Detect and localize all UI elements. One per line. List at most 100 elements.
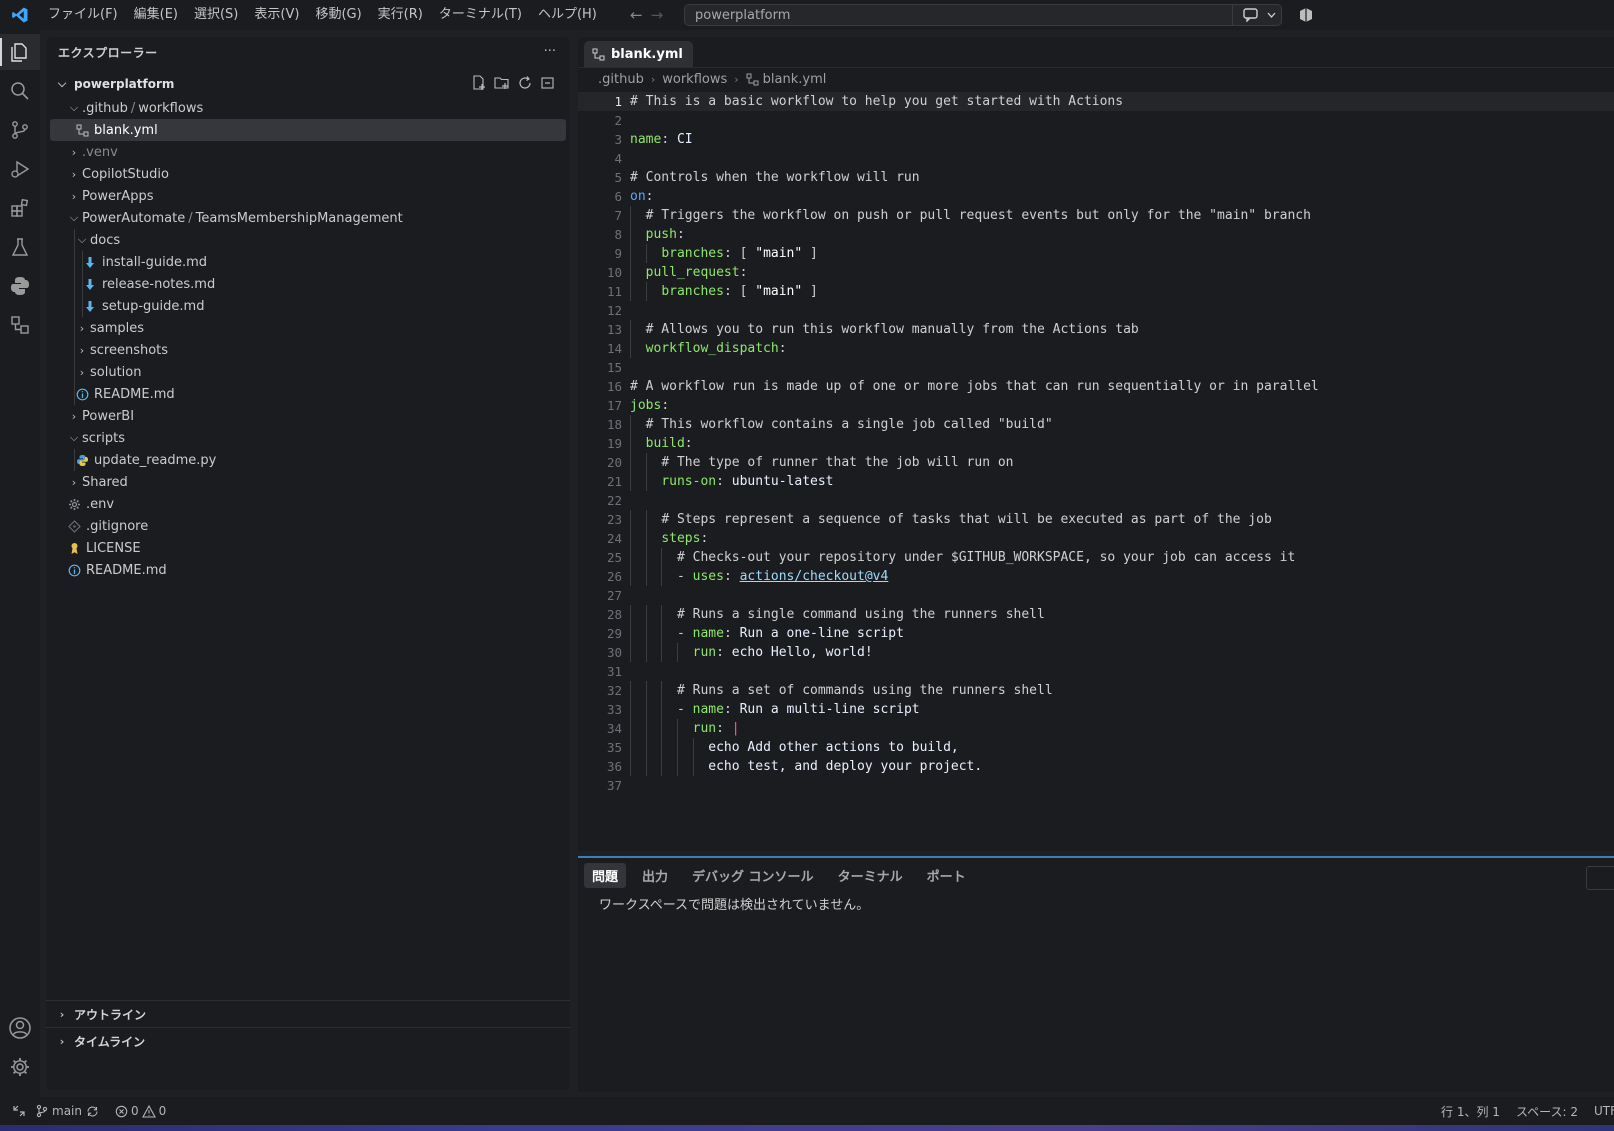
forward-arrow-icon[interactable]: →	[651, 6, 664, 24]
chevron-right-icon: ›	[71, 189, 77, 203]
menu-terminal[interactable]: ターミナル(T)	[431, 0, 530, 30]
more-actions-icon[interactable]: ···	[544, 44, 556, 59]
tree-item[interactable]: › screenshots	[46, 339, 570, 361]
menu-run[interactable]: 実行(R)	[370, 0, 431, 30]
encoding[interactable]: UTF-8	[1594, 1104, 1614, 1118]
source-control-icon[interactable]	[0, 112, 40, 148]
code-text: workflow_dispatch:	[645, 341, 787, 356]
problems-status[interactable]: 0 0	[115, 1104, 166, 1118]
tree-item[interactable]: install-guide.md	[46, 251, 570, 273]
copilot-menu[interactable]	[1232, 4, 1285, 26]
breadcrumb-workflows[interactable]: workflows	[662, 72, 727, 87]
menu-file[interactable]: ファイル(F)	[40, 0, 126, 30]
editor-group: blank.yml .github › workflows › blank.ym…	[578, 37, 1614, 851]
breadcrumb-file[interactable]: blank.yml	[763, 72, 827, 87]
line-number: 12	[606, 303, 622, 318]
extensions-icon[interactable]	[0, 190, 40, 226]
back-arrow-icon[interactable]: ←	[630, 6, 643, 24]
indent-guide	[74, 295, 75, 317]
line-number: 1	[614, 94, 622, 109]
python-icon[interactable]	[0, 268, 40, 304]
tree-item[interactable]: release-notes.md	[46, 273, 570, 295]
menu-go[interactable]: 移動(G)	[307, 0, 369, 30]
remote-indicator-icon[interactable]	[12, 1104, 26, 1118]
new-folder-icon[interactable]	[494, 75, 510, 91]
menu-edit[interactable]: 編集(E)	[126, 0, 186, 30]
tree-item[interactable]: › solution	[46, 361, 570, 383]
tree-item[interactable]: › .venv	[46, 141, 570, 163]
line-number: 22	[606, 493, 622, 508]
refresh-icon[interactable]	[517, 75, 533, 91]
chevron-right-icon: ›	[71, 475, 77, 489]
line-number: 21	[606, 474, 622, 489]
search-icon[interactable]	[0, 73, 40, 109]
settings-gear-icon[interactable]	[0, 1049, 40, 1085]
outline-section[interactable]: › アウトライン	[46, 1000, 570, 1027]
tree-item[interactable]: ⌵ scripts	[46, 427, 570, 449]
code-line: 15	[578, 358, 1614, 377]
tab-blank-yml[interactable]: blank.yml	[584, 41, 693, 67]
tree-item[interactable]: setup-guide.md	[46, 295, 570, 317]
timeline-section[interactable]: › タイムライン	[46, 1027, 570, 1054]
tree-item[interactable]: blank.yml	[50, 119, 566, 141]
breadcrumb-github[interactable]: .github	[598, 72, 644, 87]
run-debug-icon[interactable]	[0, 151, 40, 187]
line-number: 7	[614, 208, 622, 223]
tree-item[interactable]: LICENSE	[46, 537, 570, 559]
menu-view[interactable]: 表示(V)	[246, 0, 307, 30]
account-icon[interactable]	[0, 1010, 40, 1046]
tree-item[interactable]: .gitignore	[46, 515, 570, 537]
tree-item[interactable]: › Shared	[46, 471, 570, 493]
tab-terminal[interactable]: ターミナル	[830, 863, 911, 888]
code-text: # Runs a single command using the runner…	[676, 607, 1045, 622]
line-number: 14	[606, 341, 622, 356]
menu-selection[interactable]: 選択(S)	[186, 0, 246, 30]
tree-item[interactable]: .env	[46, 493, 570, 515]
tree-item[interactable]: README.md	[46, 559, 570, 581]
code-line: 21 runs-on: ubuntu-latest	[578, 472, 1614, 491]
tree-item[interactable]: update_readme.py	[46, 449, 570, 471]
code-text: run: |	[692, 721, 740, 736]
tab-problems[interactable]: 問題	[584, 862, 627, 888]
indent-guide	[74, 251, 75, 273]
tab-ports[interactable]: ポート	[919, 863, 974, 888]
tree-item[interactable]: README.md	[46, 383, 570, 405]
chevron-right-icon: ›	[59, 1007, 65, 1021]
menu-bar: ファイル(F) 編集(E) 選択(S) 表示(V) 移動(G) 実行(R) ター…	[40, 0, 605, 30]
problems-filter-input[interactable]	[1586, 866, 1614, 890]
new-file-icon[interactable]	[471, 75, 487, 91]
gear-icon	[66, 498, 82, 511]
command-center[interactable]: powerplatform	[684, 4, 1282, 26]
tree-item[interactable]: ⌵ PowerAutomate / TeamsMembershipManagement	[46, 207, 570, 229]
cursor-position[interactable]: 行 1、列 1	[1441, 1103, 1500, 1120]
menu-help[interactable]: ヘルプ(H)	[530, 0, 605, 30]
info-icon	[74, 388, 90, 401]
tree-item-label: workflows	[138, 100, 204, 116]
chevron-down-icon: ⌵	[57, 77, 67, 90]
chevron-down-icon[interactable]	[1267, 12, 1276, 18]
tree-item-label: TeamsMembershipManagement	[195, 210, 403, 226]
code-text: # This workflow contains a single job ca…	[645, 417, 1053, 432]
indentation[interactable]: スペース: 2	[1516, 1103, 1578, 1120]
tab-debug-console[interactable]: デバッグ コンソール	[684, 863, 822, 888]
tree-item[interactable]: ⌵ .github / workflows	[46, 97, 570, 119]
code-line: 10 pull_request:	[578, 263, 1614, 282]
tree-item-label: PowerApps	[82, 188, 154, 204]
tree-item[interactable]: › samples	[46, 317, 570, 339]
collapse-all-icon[interactable]	[540, 75, 556, 91]
explorer-icon[interactable]	[0, 34, 40, 70]
code-text: echo Add other actions to build,	[708, 740, 959, 755]
copilot-chat-icon[interactable]	[1242, 8, 1259, 22]
branch-status[interactable]: main	[36, 1104, 99, 1118]
tree-item[interactable]: ⌵ docs	[46, 229, 570, 251]
code-editor[interactable]: 1 # This is a basic workflow to help you …	[578, 92, 1614, 795]
testing-flask-icon[interactable]	[0, 229, 40, 265]
tree-item[interactable]: › PowerBI	[46, 405, 570, 427]
sync-icon[interactable]	[86, 1105, 99, 1118]
layout-toggle-icon[interactable]	[1298, 7, 1314, 27]
tree-item[interactable]: › PowerApps	[46, 185, 570, 207]
tree-item[interactable]: › CopilotStudio	[46, 163, 570, 185]
remote-explorer-icon[interactable]	[0, 307, 40, 343]
code-text: branches: [ "main" ]	[661, 246, 818, 261]
tab-output[interactable]: 出力	[634, 863, 676, 888]
